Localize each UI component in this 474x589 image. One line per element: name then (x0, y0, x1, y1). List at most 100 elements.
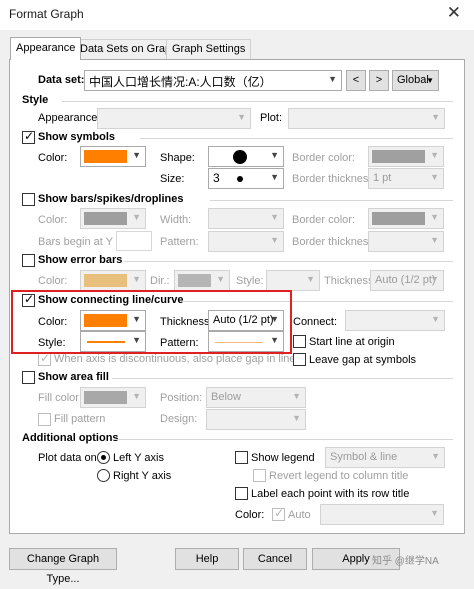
window-title: Format Graph (9, 7, 84, 21)
plot-label: Plot: (260, 112, 283, 124)
border-color-swatch (372, 150, 425, 163)
dir-swatch (178, 274, 211, 287)
chevron-down-icon: ▼ (132, 391, 141, 401)
left-y-axis-radio[interactable] (97, 451, 110, 464)
chevron-down-icon: ▼ (270, 235, 279, 245)
bars-border-color-picker[interactable]: ▼ (368, 208, 444, 229)
chevron-down-icon: ▼ (292, 391, 301, 401)
chevron-down-icon: ▼ (270, 212, 279, 222)
size-select[interactable]: 3 ▼ (208, 168, 284, 189)
scope-dropdown[interactable]: Global ▼ (392, 70, 439, 91)
error-color-picker[interactable]: ▼ (80, 270, 146, 291)
design-label: Design: (160, 413, 198, 425)
revert-legend-label: Revert legend to column title (269, 470, 409, 482)
fill-color-swatch (84, 391, 127, 404)
legend-style-value: Symbol & line (330, 451, 398, 463)
bars-color-swatch (84, 212, 127, 225)
cancel-button[interactable]: Cancel (243, 548, 307, 570)
chevron-down-icon: ▼ (270, 172, 279, 182)
tab-appearance[interactable]: Appearance (10, 37, 82, 60)
label-points-checkbox[interactable] (235, 487, 248, 500)
fill-color-picker[interactable]: ▼ (80, 387, 146, 408)
error-dir-label: Dir.: (150, 275, 170, 287)
chevron-down-icon: ▼ (430, 212, 439, 222)
chevron-down-icon: ▼ (430, 235, 439, 245)
tab-graph-settings[interactable]: Graph Settings (166, 39, 252, 59)
auto-color-checkbox[interactable] (272, 506, 285, 521)
symbol-border-thickness-label: Border thickness: (292, 173, 377, 185)
bars-width-label: Width: (160, 214, 192, 226)
show-area-fill-heading: Show area fill (38, 371, 109, 383)
dataset-select[interactable]: 中国人口增长情况:A:人口数（亿） ▼ (84, 70, 342, 91)
error-color-label: Color: (38, 275, 68, 287)
auto-color-label: Auto (288, 509, 311, 521)
caret-down-icon: ▼ (426, 76, 434, 85)
chevron-down-icon: ▼ (431, 451, 440, 461)
prev-dataset-button[interactable]: < (346, 70, 366, 91)
label-color-picker[interactable]: ▼ (320, 504, 444, 525)
appearance-label: Appearance: (38, 112, 101, 124)
start-at-origin-checkbox[interactable] (293, 335, 306, 348)
bars-begin-input[interactable] (116, 231, 152, 251)
chevron-down-icon: ▼ (292, 413, 301, 423)
symbol-border-color-picker[interactable]: ▼ (368, 146, 444, 167)
axis-gap-checkbox[interactable] (38, 351, 51, 366)
position-value: Below (211, 391, 241, 403)
legend-style-select[interactable]: Symbol & line ▼ (325, 447, 445, 468)
size-label: Size: (160, 173, 185, 185)
left-y-axis-label: Left Y axis (113, 452, 164, 464)
bars-border-thickness-label: Border thickness: (292, 236, 377, 248)
connect-label: Connect: (293, 316, 338, 328)
fill-pattern-checkbox[interactable] (38, 413, 51, 426)
label-color-label: Color: (235, 509, 265, 521)
help-button[interactable]: Help (175, 548, 239, 570)
title-bar: Format Graph ✕ (0, 0, 474, 30)
bars-color-label: Color: (38, 214, 68, 226)
small-circle-icon (237, 176, 243, 182)
symbol-border-thickness-select[interactable]: 1 pt ▼ (368, 168, 444, 189)
plot-select[interactable]: ▼ (288, 108, 445, 129)
additional-options-heading: Additional options (22, 432, 119, 444)
right-y-axis-label: Right Y axis (113, 470, 172, 482)
chevron-down-icon: ▼ (431, 314, 440, 324)
right-y-axis-radio[interactable] (97, 469, 110, 482)
show-bars-checkbox[interactable] (22, 193, 35, 206)
error-dir-select[interactable]: ▼ (174, 270, 230, 291)
revert-legend-checkbox[interactable] (253, 469, 266, 482)
connect-select[interactable]: ▼ (345, 310, 445, 331)
change-graph-type-button[interactable]: Change Graph Type... (9, 548, 117, 585)
style-heading: Style (22, 94, 49, 106)
show-error-bars-checkbox[interactable] (22, 254, 35, 267)
error-thickness-select[interactable]: Auto (1/2 pt) ▼ (370, 270, 444, 291)
divider (112, 439, 453, 440)
show-area-fill-checkbox[interactable] (22, 371, 35, 384)
chevron-down-icon: ▼ (306, 274, 315, 284)
chevron-down-icon: ▼ (430, 508, 439, 518)
leave-gap-checkbox[interactable] (293, 353, 306, 366)
bars-border-thickness-select[interactable]: ▼ (368, 231, 444, 252)
divider (112, 378, 453, 379)
show-legend-label: Show legend (251, 452, 315, 464)
position-select[interactable]: Below ▼ (206, 387, 306, 408)
shape-select[interactable]: ▼ (208, 146, 284, 167)
shape-label: Shape: (160, 152, 195, 164)
error-style-select[interactable]: ▼ (266, 270, 320, 291)
dataset-label: Data set: (38, 74, 85, 86)
bars-width-select[interactable]: ▼ (208, 208, 284, 229)
bars-begin-label: Bars begin at Y = (38, 236, 123, 248)
next-dataset-button[interactable]: > (369, 70, 389, 91)
show-legend-checkbox[interactable] (235, 451, 248, 464)
design-select[interactable]: ▼ (206, 409, 306, 430)
close-icon[interactable]: ✕ (447, 3, 461, 23)
symbol-color-picker[interactable]: ▼ (80, 146, 146, 167)
start-at-origin-label: Start line at origin (309, 336, 395, 348)
bars-pattern-select[interactable]: ▼ (208, 231, 284, 252)
divider (124, 261, 453, 262)
chevron-down-icon: ▼ (132, 212, 141, 222)
bars-color-picker[interactable]: ▼ (80, 208, 146, 229)
chevron-down-icon: ▼ (132, 274, 141, 284)
size-value: 3 (213, 171, 220, 185)
chevron-down-icon: ▼ (132, 150, 141, 160)
show-symbols-checkbox[interactable] (22, 129, 35, 144)
appearance-select[interactable]: ▼ (97, 108, 251, 129)
